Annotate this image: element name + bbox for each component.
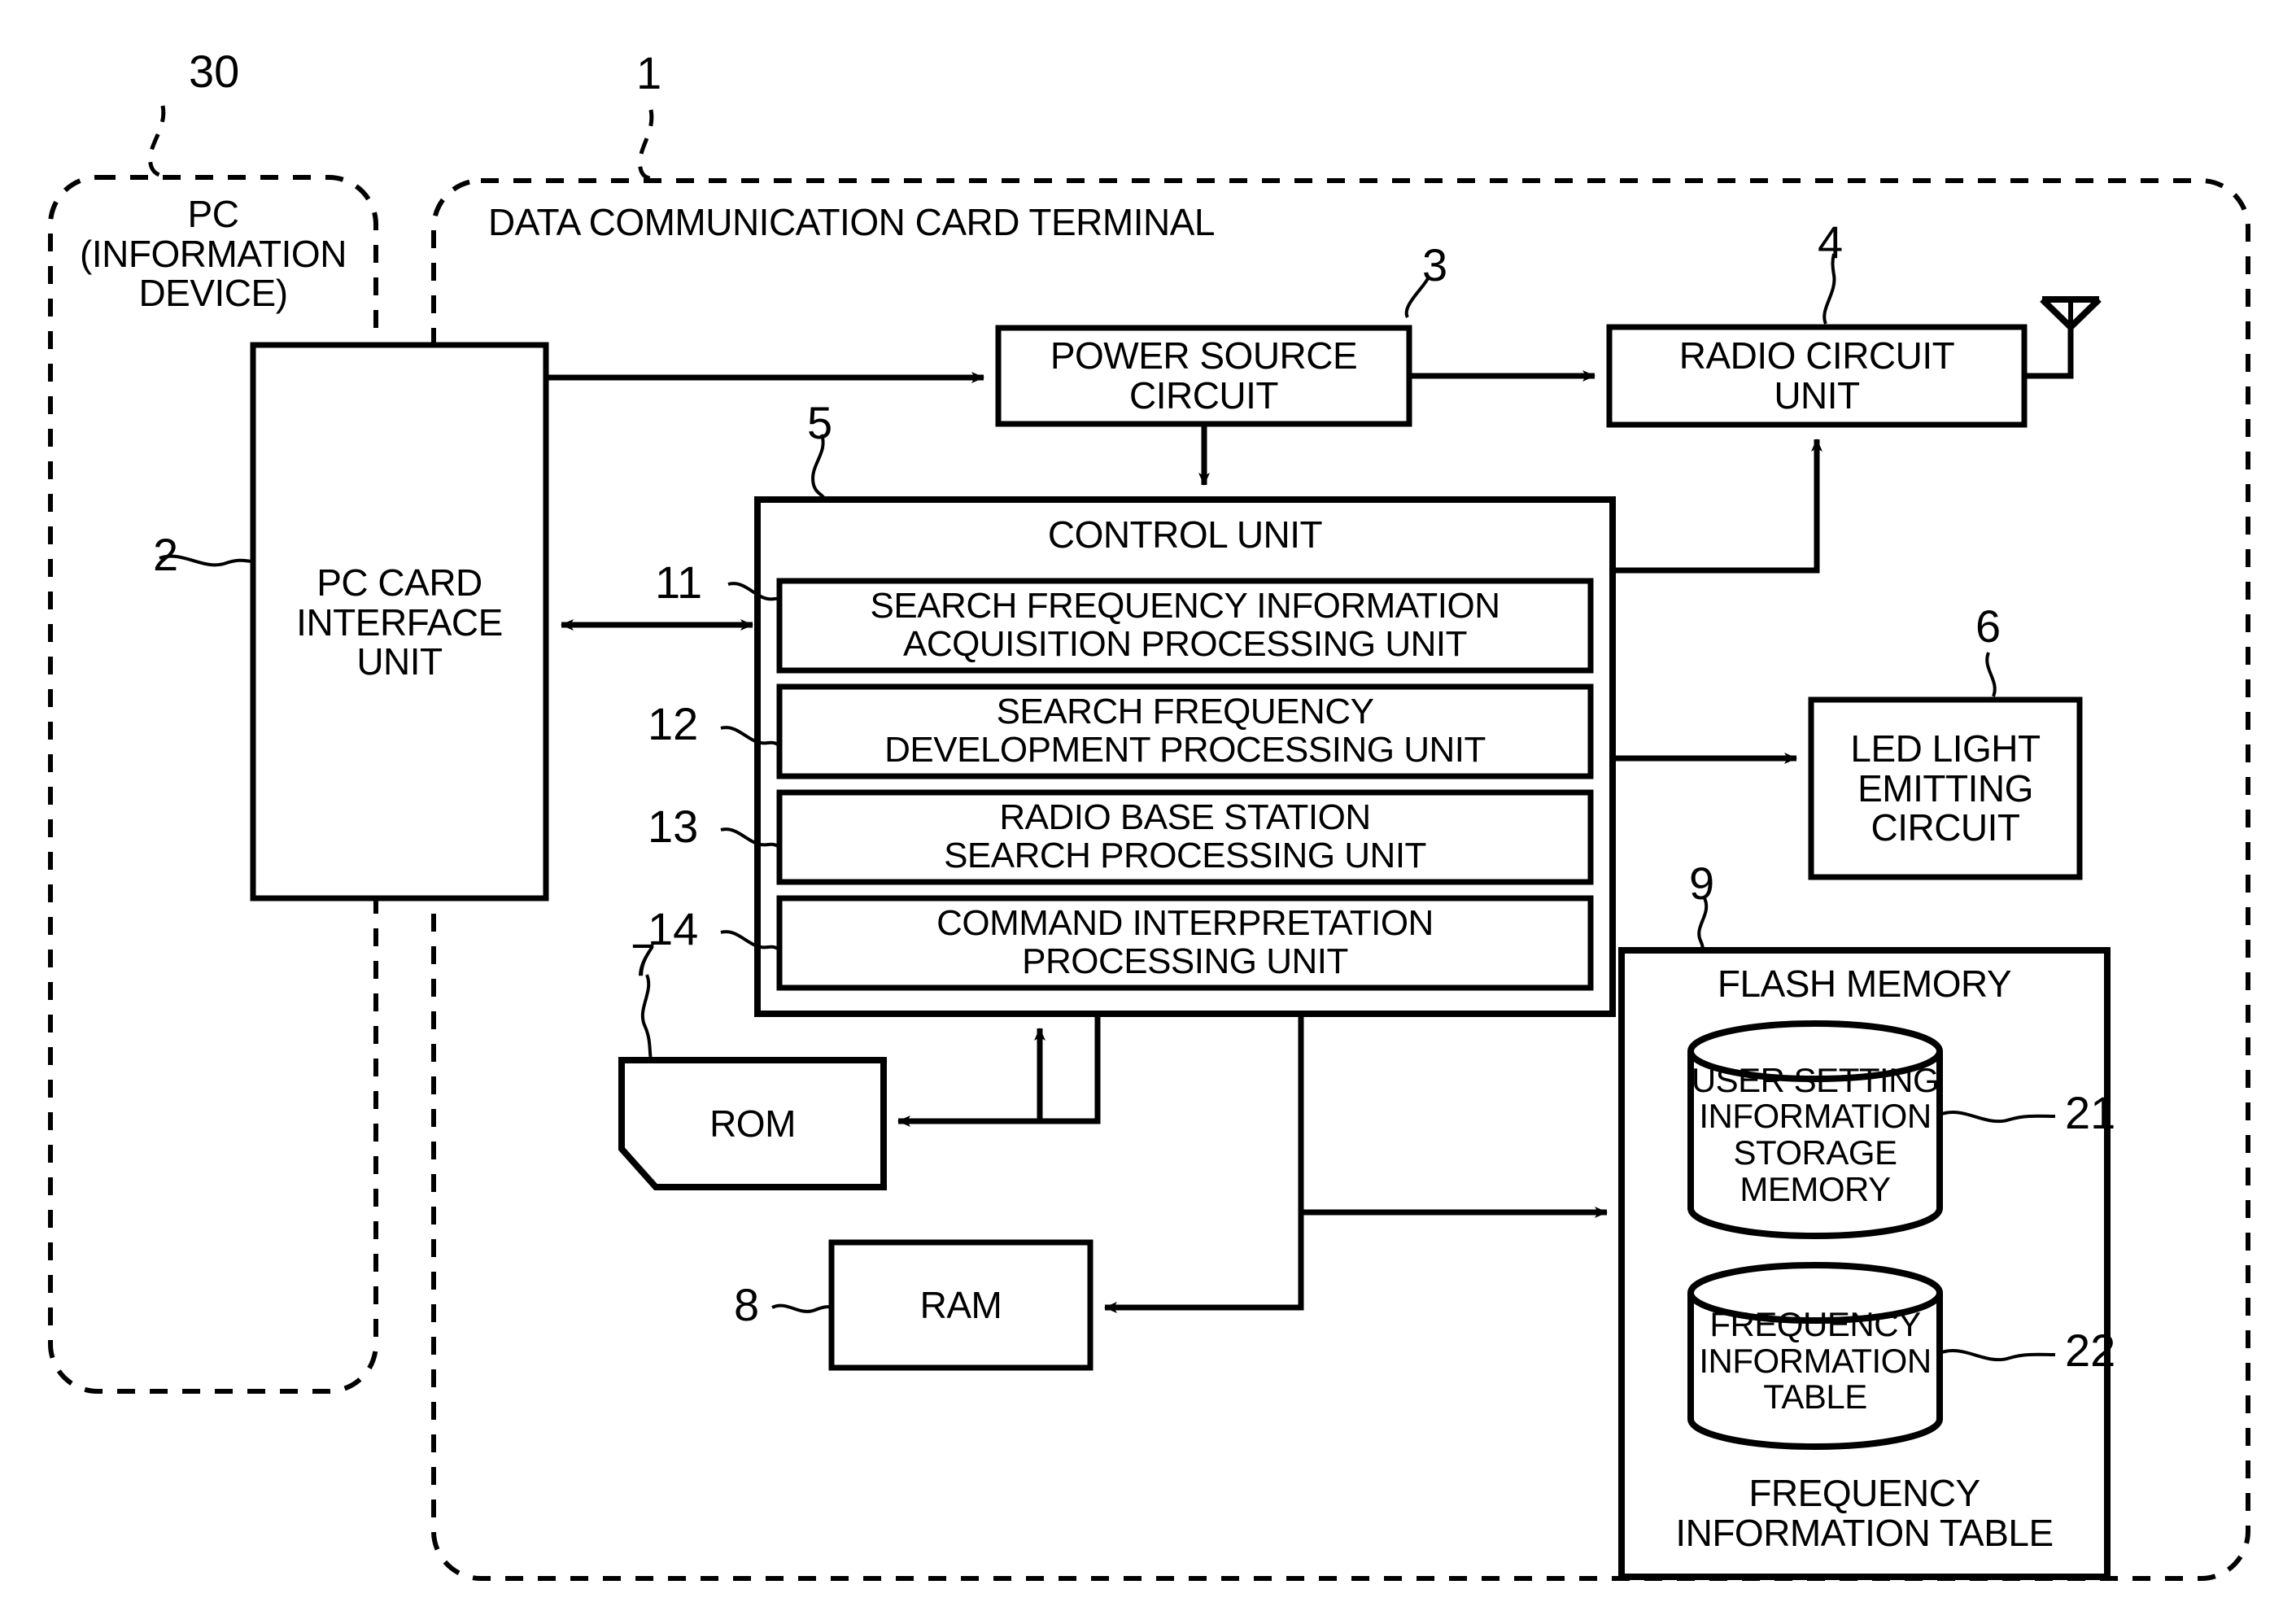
- rom-box: [618, 1057, 887, 1190]
- ref-leader-8: [771, 1303, 832, 1313]
- ref-number-9: 9: [1689, 858, 1715, 909]
- radio-circuit-unit-box: [1606, 324, 2028, 428]
- ref-number-5: 5: [807, 397, 833, 448]
- antenna-icon: [2024, 296, 2102, 379]
- ref-number-22: 22: [2065, 1325, 2116, 1376]
- ref-number-4: 4: [1818, 216, 1844, 268]
- command-interpretation-processing-unit-box: [776, 895, 1594, 991]
- connector-control-unit-to-flash-memory: [1298, 1014, 1608, 1218]
- connector-control-unit-to-ram: [1104, 1014, 1304, 1313]
- radio-base-station-search-processing-unit-box: [776, 789, 1594, 885]
- pc-card-interface-unit-box: [250, 342, 549, 901]
- ref-number-2: 2: [153, 529, 179, 580]
- ref-number-21: 21: [2065, 1087, 2116, 1138]
- frequency-information-table-cylinder: [1687, 1262, 1943, 1450]
- ref-number-14: 14: [648, 903, 699, 954]
- ref-leader-7: [640, 974, 653, 1061]
- ref-number-12: 12: [648, 698, 699, 749]
- ref-leader-30: [148, 105, 169, 181]
- search-frequency-information-acquisition-processing-unit-box: [776, 578, 1594, 674]
- ref-number-1: 1: [636, 47, 662, 98]
- ref-number-3: 3: [1422, 239, 1448, 290]
- ref-number-30: 30: [189, 46, 240, 97]
- power-source-circuit-box: [995, 325, 1412, 427]
- connector-control-unit-to-radio-circuit: [1613, 439, 1822, 574]
- search-frequency-development-processing-unit-box: [776, 683, 1594, 779]
- ram-box: [828, 1239, 1093, 1371]
- ref-number-6: 6: [1975, 600, 2001, 652]
- ref-number-8: 8: [734, 1279, 760, 1330]
- figure-canvas: PC (INFORMATION DEVICE) DATA COMMUNICATI…: [0, 0, 2283, 1624]
- connector-control-unit-to-rom: [897, 1014, 1101, 1127]
- user-setting-information-storage-memory-cylinder: [1687, 1020, 1943, 1239]
- ref-number-13: 13: [648, 801, 699, 852]
- ref-number-11: 11: [655, 557, 703, 608]
- ref-leader-6: [1985, 652, 1997, 697]
- ref-leader-1: [638, 109, 657, 184]
- diagram-vector-layer: [48, 105, 2250, 1581]
- led-light-emitting-circuit-box: [1808, 696, 2083, 880]
